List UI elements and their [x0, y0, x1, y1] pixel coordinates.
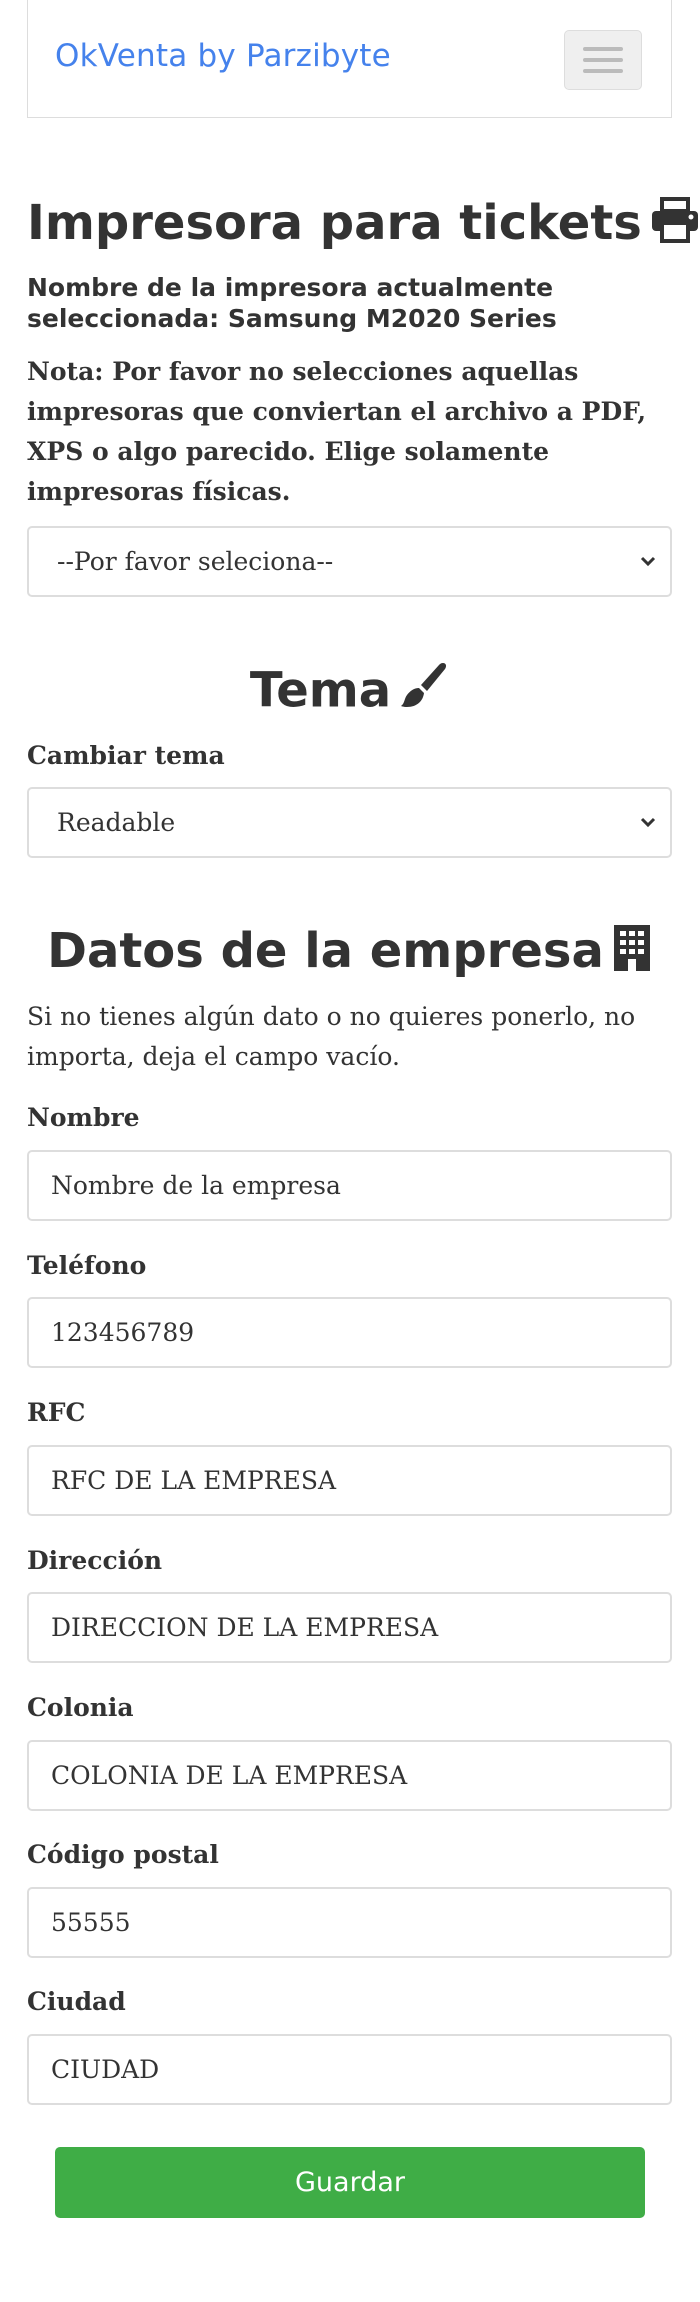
printer-select[interactable]: --Por favor seleciona--: [27, 526, 672, 597]
company-title-text: Datos de la empresa: [47, 923, 604, 979]
colonia-label: Colonia: [27, 1693, 134, 1722]
city-label: Ciudad: [27, 1987, 126, 2016]
company-description: Si no tienes algún dato o no quieres pon…: [27, 1002, 636, 1071]
phone-label: Teléfono: [27, 1251, 147, 1280]
theme-select[interactable]: Readable: [27, 787, 672, 858]
address-input[interactable]: [27, 1592, 672, 1663]
company-section-title: Datos de la empresa: [27, 922, 672, 986]
postal-code-input[interactable]: [27, 1887, 672, 1958]
menu-toggle-button[interactable]: [564, 30, 642, 90]
address-label: Dirección: [27, 1546, 163, 1575]
postal-code-label: Código postal: [27, 1840, 219, 1869]
printer-section-title: Impresora para tickets: [27, 194, 698, 256]
current-printer-text: Nombre de la impresora actualmente selec…: [27, 273, 557, 333]
printer-note: Nota: Por favor no selecciones aquellas …: [27, 357, 647, 506]
rfc-input[interactable]: [27, 1445, 672, 1516]
name-label: Nombre: [27, 1103, 140, 1132]
theme-section-title: Tema: [27, 661, 672, 726]
save-button[interactable]: Guardar: [55, 2147, 645, 2218]
theme-select-wrapper: Readable: [27, 787, 672, 858]
navbar: OkVenta by Parzibyte: [27, 0, 672, 118]
city-input[interactable]: [27, 2034, 672, 2105]
theme-label: Cambiar tema: [27, 741, 225, 770]
building-icon: [612, 923, 652, 986]
brand-link[interactable]: OkVenta by Parzibyte: [55, 38, 391, 74]
paintbrush-icon: [399, 661, 449, 726]
printer-select-wrapper: --Por favor seleciona--: [27, 526, 672, 597]
theme-title-text: Tema: [249, 662, 392, 719]
company-name-input[interactable]: [27, 1150, 672, 1221]
rfc-label: RFC: [27, 1398, 86, 1427]
phone-input[interactable]: [27, 1297, 672, 1368]
colonia-input[interactable]: [27, 1740, 672, 1811]
printer-title-text: Impresora para tickets: [27, 195, 642, 251]
page: OkVenta by Parzibyte Impresora para tick…: [0, 0, 700, 2302]
printer-icon: [650, 196, 700, 256]
